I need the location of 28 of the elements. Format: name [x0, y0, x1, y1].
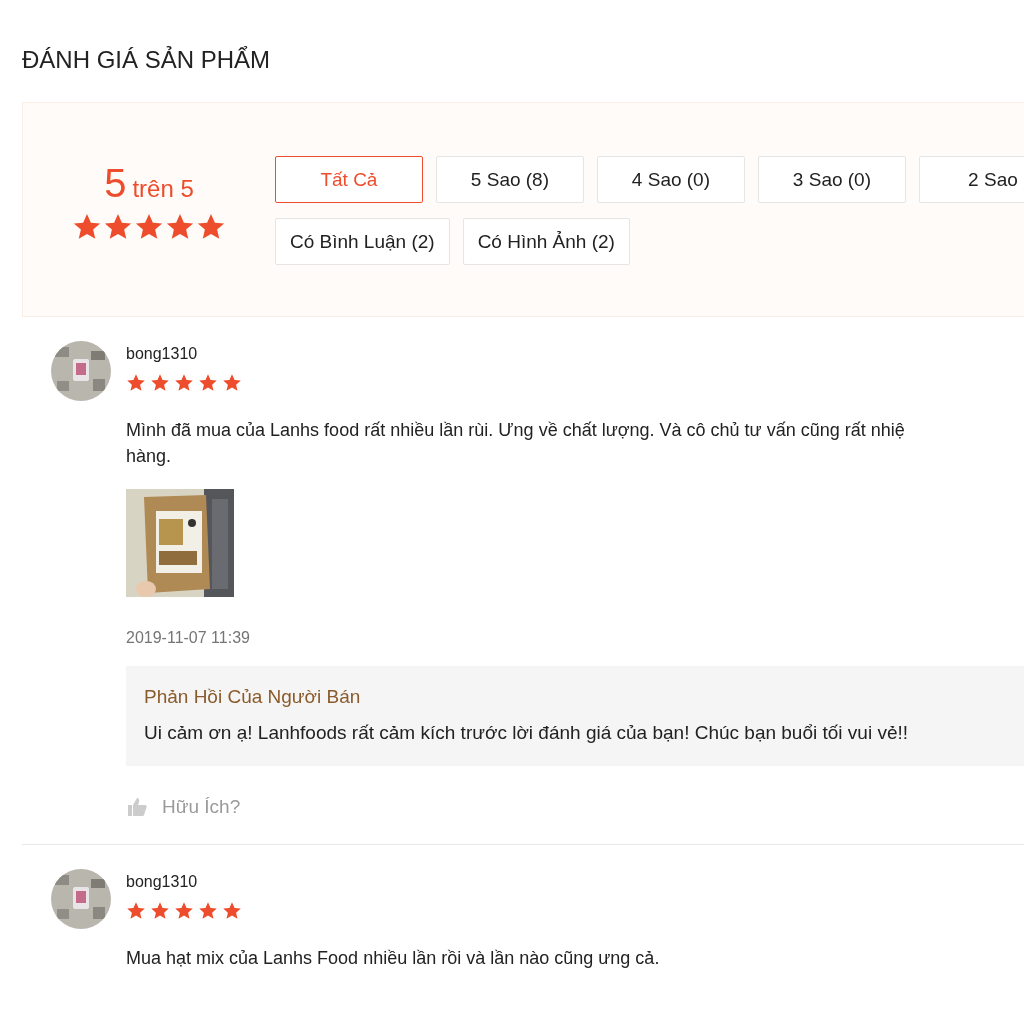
- username: bong1310: [126, 872, 199, 892]
- star-icon: [174, 373, 194, 393]
- reply-text: Ui cảm ơn ạ! Lanhfoods rất cảm kích trước lời đánh giá của bạn! Chúc bạn buổi tối vui vẻ!!: [144, 722, 910, 744]
- reply-title: Phản Hồi Của Người Bán: [144, 686, 362, 708]
- rating-score: 5: [104, 161, 127, 206]
- section-title: ĐÁNH GIÁ SẢN PHẨM: [21, 45, 272, 75]
- rating-scale: trên 5: [132, 175, 194, 203]
- filter-button[interactable]: Có Hình Ảnh (2): [462, 218, 630, 265]
- star-icon: [150, 901, 170, 921]
- filter-button[interactable]: 5 Sao (8): [435, 156, 584, 203]
- review-date: 2019-11-07 11:39: [126, 629, 251, 647]
- star-icon: [174, 901, 194, 921]
- filter-button[interactable]: Có Bình Luận (2): [274, 218, 450, 265]
- username: bong1310: [126, 344, 199, 364]
- filter-button[interactable]: 3 Sao (0): [757, 156, 906, 203]
- filter-button[interactable]: 2 Sao: [918, 156, 1024, 203]
- thumbs-up-icon[interactable]: [126, 797, 148, 817]
- star-icon: [222, 901, 242, 921]
- star-icon: [198, 373, 218, 393]
- star-icon: [126, 373, 146, 393]
- star-icon: [150, 373, 170, 393]
- star-icon: [126, 901, 146, 921]
- filter-button[interactable]: Tất Cả: [274, 156, 423, 203]
- review-text: Mua hạt mix của Lanhs Food nhiều lần rồi và lần nào cũng ưng cả.: [126, 947, 661, 970]
- star-icon: [198, 901, 218, 921]
- filter-button[interactable]: 4 Sao (0): [596, 156, 745, 203]
- review-text: Mình đã mua của Lanhs food rất nhiều lần rùi. Ưng về chất lượng. Và cô chủ tư vấn cũng rất nhiệ hàng.: [126, 419, 906, 468]
- star-icon: [222, 373, 242, 393]
